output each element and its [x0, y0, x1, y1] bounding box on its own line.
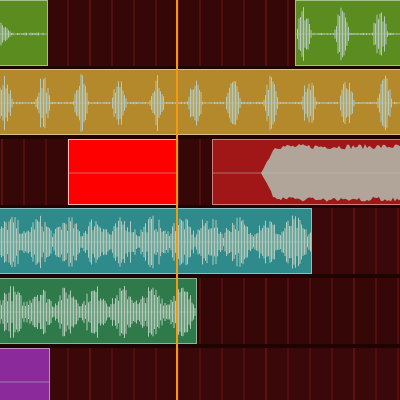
track-lane-2[interactable]	[0, 69, 400, 135]
track-lane-4[interactable]	[0, 208, 400, 274]
waveform	[213, 144, 400, 202]
clip-green-1[interactable]	[0, 0, 48, 66]
track-lane-3[interactable]	[0, 139, 400, 205]
playhead-cursor[interactable]	[176, 0, 178, 400]
waveform	[0, 286, 196, 338]
track-lane-6[interactable]	[0, 348, 400, 400]
grid-lines	[1, 348, 399, 400]
clip-red-selected[interactable]	[68, 139, 177, 205]
clip-orange[interactable]	[0, 69, 400, 135]
track-lane-1[interactable]	[0, 0, 400, 66]
clip-darkred[interactable]	[212, 139, 400, 205]
waveform	[0, 381, 49, 383]
arrangement-view[interactable]	[0, 0, 400, 400]
waveform	[69, 172, 176, 174]
clip-purple[interactable]	[0, 348, 50, 400]
waveform	[0, 22, 47, 46]
waveform	[296, 7, 400, 61]
clip-green-3[interactable]	[0, 278, 197, 344]
clip-green-2[interactable]	[295, 0, 400, 66]
track-lane-5[interactable]	[0, 278, 400, 344]
waveform	[0, 74, 400, 132]
waveform	[0, 215, 311, 269]
clip-teal[interactable]	[0, 208, 312, 274]
